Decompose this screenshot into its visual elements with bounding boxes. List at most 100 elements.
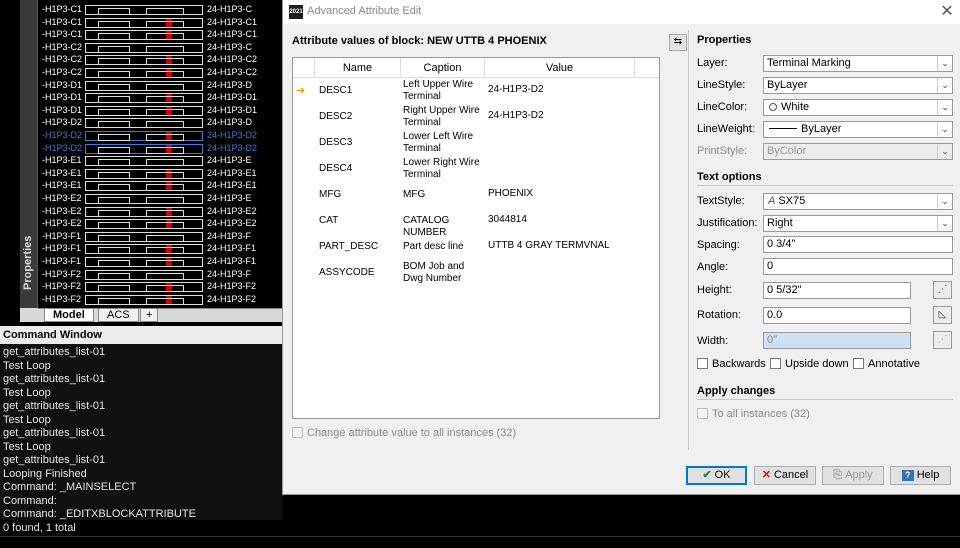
attribute-value[interactable]: UTTB 4 GRAY TERMVNAL <box>488 240 610 251</box>
terminal-right-label: 24-H1P3-E1 <box>207 180 257 191</box>
add-layout-tab-button[interactable]: + <box>140 309 159 322</box>
ok-button[interactable]: ✔ OK <box>686 466 747 485</box>
apply-changes-title: Apply changes <box>697 385 776 397</box>
terminal-right-label: 24-H1P3-D1 <box>207 104 258 115</box>
terminal-left-label: -H1P3-E2 <box>42 218 82 229</box>
terminal-left-label: -H1P3-C2 <box>42 41 83 52</box>
spacing-input[interactable]: 0 3/4" <box>763 236 953 253</box>
table-row[interactable]: DESC4 Lower Right Wire Terminal <box>293 156 659 182</box>
cancel-button[interactable]: ✕ Cancel <box>754 466 816 485</box>
command-line: Looping Finished <box>3 467 87 480</box>
terminal-right-label: 24-H1P3-C <box>207 4 253 14</box>
attribute-caption: Left Upper Wire Terminal <box>403 79 474 102</box>
justification-select[interactable]: Right ⌄ <box>763 215 953 232</box>
dialog-titlebar[interactable]: 2021 Advanced Attribute Edit ✕ <box>283 0 960 24</box>
terminal-right-label: 24-H1P3-E2 <box>207 205 257 216</box>
terminal-row: -H1P3-D1 24-H1P3-D1 <box>40 105 282 117</box>
command-line: 0 found, 1 total <box>3 521 76 534</box>
checkbox-box[interactable] <box>853 358 864 369</box>
attribute-value[interactable]: 24-H1P3-D2 <box>488 84 544 95</box>
table-row[interactable]: MFG MFG PHOENIX <box>293 182 659 208</box>
change-all-instances-checkbox[interactable]: Change attribute value to all instances … <box>292 427 516 439</box>
textstyle-select[interactable]: A SX75 ⌄ <box>763 193 953 210</box>
command-line: get_attributes_list-01 <box>3 400 106 412</box>
terminal-row: -H1P3-F2 24-H1P3-F2 <box>40 281 282 293</box>
properties-side-panel[interactable]: Properties <box>20 0 38 310</box>
terminal-left-label: -H1P3-F2 <box>42 268 82 279</box>
terminal-block-symbol <box>85 194 203 204</box>
terminal-right-label: 24-H1P3-D <box>207 117 253 128</box>
close-button[interactable]: ✕ <box>937 2 957 22</box>
height-input[interactable]: 0 5/32" <box>763 282 911 299</box>
tab-model[interactable]: Model <box>44 309 94 322</box>
chevron-down-icon: ⌄ <box>937 194 952 209</box>
to-all-instances-label: To all instances (32) <box>712 408 810 420</box>
table-row[interactable]: DESC2 Right Upper Wire Terminal 24-H1P3-D2 <box>293 104 659 130</box>
command-line-input[interactable] <box>0 536 960 548</box>
attribute-value[interactable]: 3044814 <box>488 214 527 225</box>
linestyle-select[interactable]: ByLayer ⌄ <box>763 77 953 94</box>
terminal-left-label: -H1P3-E2 <box>42 193 82 203</box>
angle-label: Angle: <box>697 261 729 273</box>
attribute-value[interactable]: 24-H1P3-D2 <box>488 110 544 121</box>
pick-rotation-button[interactable]: ◺ <box>933 306 952 324</box>
app-icon: 2021 <box>289 5 303 19</box>
upside-down-checkbox[interactable]: Upside down <box>770 358 849 370</box>
attribute-name: MFG <box>319 189 342 200</box>
terminal-right-label: 24-H1P3-E1 <box>207 167 257 178</box>
terminal-right-label: 24-H1P3-C1 <box>207 29 258 40</box>
command-history[interactable]: get_attributes_list-01 Test Loop get_attri… <box>0 344 282 534</box>
rotation-label: Rotation: <box>697 309 742 321</box>
layer-select[interactable]: Terminal Marking ⌄ <box>763 55 953 72</box>
printstyle-label: PrintStyle: <box>697 145 748 157</box>
drawing-area[interactable]: Properties -H1P3-C1 24-H1P3-C -H1P3-C1 24-H… <box>0 0 282 310</box>
terminal-right-label: 24-H1P3-C1 <box>207 16 258 27</box>
width-input: 0" <box>763 332 911 349</box>
sync-button[interactable]: ⇆ <box>669 34 687 51</box>
header-name[interactable]: Name <box>315 58 401 78</box>
rotation-input[interactable]: 0.0 <box>763 307 911 324</box>
terminal-row: -H1P3-C1 24-H1P3-C1 <box>40 17 282 29</box>
table-row[interactable]: ➔ DESC1 Left Upper Wire Terminal 24-H1P3-D2 <box>293 78 659 104</box>
terminal-row: -H1P3-E1 24-H1P3-E1 <box>40 168 282 180</box>
tab-acs[interactable]: ACS <box>98 309 139 322</box>
terminal-block-symbol <box>85 294 203 305</box>
attribute-name: CAT <box>319 215 339 226</box>
pick-height-button[interactable]: ⋰ <box>933 281 952 299</box>
checkbox-box[interactable] <box>697 358 708 369</box>
checkbox-box[interactable] <box>770 358 781 369</box>
terminal-right-label: 24-H1P3-F <box>207 230 252 241</box>
terminal-row: -H1P3-F1 24-H1P3-F1 <box>40 243 282 255</box>
linecolor-label: LineColor: <box>697 101 748 113</box>
lineweight-select[interactable]: ByLayer ⌄ <box>763 121 953 138</box>
terminal-left-label: -H1P3-D1 <box>42 104 83 115</box>
table-row[interactable]: ASSYCODE BOM Job and Dwg Number <box>293 260 659 286</box>
terminal-row: -H1P3-E2 24-H1P3-E <box>40 193 282 205</box>
command-line: get_attributes_list-01 <box>3 373 106 385</box>
terminal-row: -H1P3-C2 24-H1P3-C <box>40 42 282 54</box>
terminal-right-label: 24-H1P3-E2 <box>207 218 257 229</box>
checkbox-box[interactable] <box>292 427 303 438</box>
header-caption[interactable]: Caption <box>401 58 485 78</box>
color-swatch-icon <box>769 103 777 111</box>
attribute-table[interactable]: Name Caption Value ➔ DESC1 Left Upper Wire… <box>292 57 660 419</box>
terminal-block-symbol <box>85 17 203 28</box>
terminal-block-symbol <box>85 156 203 167</box>
angle-input[interactable]: 0 <box>763 258 953 275</box>
terminal-row: -H1P3-E2 24-H1P3-E2 <box>40 206 282 218</box>
terminal-left-label: -H1P3-C2 <box>42 54 83 65</box>
linecolor-select[interactable]: White ⌄ <box>763 99 953 116</box>
lineweight-label: LineWeight: <box>697 123 755 135</box>
annotative-checkbox[interactable]: Annotative <box>853 358 920 370</box>
header-value[interactable]: Value <box>485 58 635 78</box>
terminal-block-symbol <box>85 219 203 230</box>
backwards-checkbox[interactable]: Backwards <box>697 358 766 370</box>
table-row[interactable]: CAT CATALOG NUMBER 3044814 <box>293 208 659 238</box>
terminal-row: -H1P3-F2 24-H1P3-F2 <box>40 294 282 306</box>
terminal-left-label: -H1P3-E2 <box>42 205 82 216</box>
help-button[interactable]: ? Help <box>890 466 951 485</box>
terminal-row: -H1P3-D1 24-H1P3-D <box>40 80 282 92</box>
table-row[interactable]: DESC3 Lower Left Wire Terminal <box>293 130 659 156</box>
attribute-value[interactable]: PHOENIX <box>488 188 533 199</box>
table-row[interactable]: PART_DESC Part desc line UTTB 4 GRAY TERMV… <box>293 234 659 260</box>
